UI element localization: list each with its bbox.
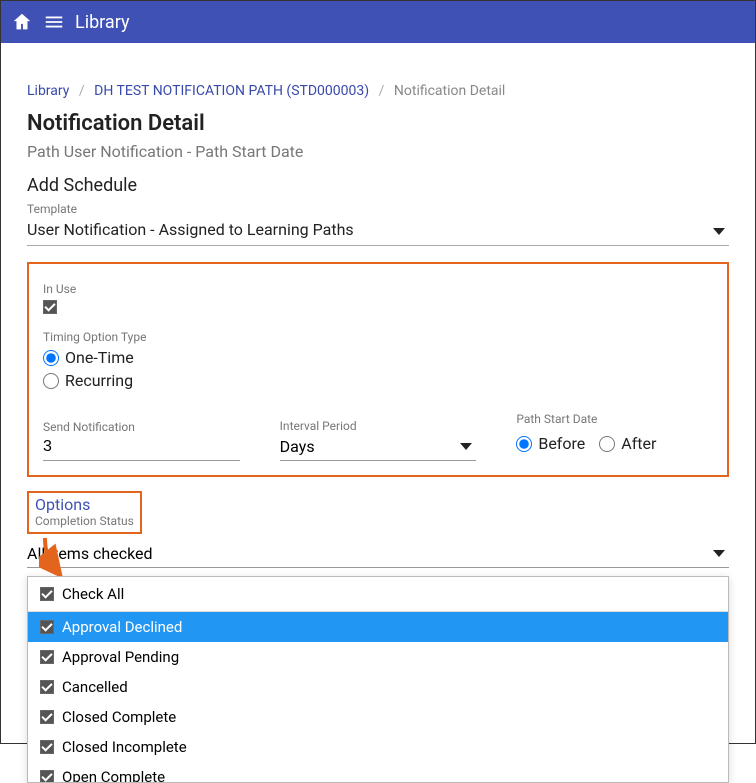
interval-period-label: Interval Period	[280, 419, 477, 433]
before-label[interactable]: Before	[538, 434, 585, 453]
page-content: Library / DH TEST NOTIFICATION PATH (STD…	[1, 43, 755, 783]
before-radio[interactable]	[516, 436, 532, 452]
app-title: Library	[75, 12, 130, 33]
completion-status-value: All items checked	[27, 544, 153, 563]
option-label: Closed Complete	[62, 708, 176, 726]
option-checkbox[interactable]	[40, 710, 54, 724]
in-use-label: In Use	[43, 282, 713, 296]
option-label: Approval Declined	[62, 618, 182, 636]
option-label: Closed Incomplete	[62, 738, 187, 756]
completion-status-option[interactable]: Cancelled	[28, 672, 728, 702]
send-notification-label: Send Notification	[43, 420, 240, 434]
after-radio[interactable]	[599, 436, 615, 452]
breadcrumb-separator: /	[73, 83, 91, 99]
timing-recurring-label[interactable]: Recurring	[65, 371, 133, 390]
completion-status-list[interactable]: Approval Declined Approval Pending Cancell…	[28, 612, 728, 782]
completion-status-option[interactable]: Approval Pending	[28, 642, 728, 672]
option-label: Cancelled	[62, 678, 128, 696]
add-schedule-heading: Add Schedule	[27, 175, 729, 196]
check-all-row[interactable]: Check All	[28, 577, 728, 612]
option-checkbox[interactable]	[40, 770, 54, 782]
chevron-down-icon	[460, 443, 472, 450]
page-subtitle: Path User Notification - Path Start Date	[27, 142, 729, 161]
send-notification-input[interactable]	[43, 434, 240, 461]
check-all-label: Check All	[62, 585, 124, 603]
path-start-date-label: Path Start Date	[516, 412, 713, 426]
chevron-down-icon	[713, 550, 725, 557]
timing-recurring-radio[interactable]	[43, 373, 59, 389]
timing-option-type-label: Timing Option Type	[43, 330, 713, 344]
completion-status-option[interactable]: Approval Declined	[28, 612, 728, 642]
completion-status-dropdown: Check All Approval Declined Approval Pend…	[27, 576, 729, 783]
breadcrumb-current: Notification Detail	[394, 83, 505, 99]
completion-status-label: Completion Status	[35, 514, 134, 528]
schedule-settings-box: In Use Timing Option Type One-Time Recur…	[27, 262, 729, 477]
completion-status-select[interactable]: All items checked	[27, 538, 729, 568]
option-checkbox[interactable]	[40, 650, 54, 664]
option-label: Open Complete	[62, 768, 165, 782]
timing-one-time-label[interactable]: One-Time	[65, 348, 134, 367]
option-checkbox[interactable]	[40, 620, 54, 634]
menu-icon[interactable]	[43, 11, 65, 33]
breadcrumb: Library / DH TEST NOTIFICATION PATH (STD…	[27, 83, 729, 99]
options-title: Options	[35, 495, 134, 514]
option-checkbox[interactable]	[40, 740, 54, 754]
check-all-checkbox[interactable]	[40, 587, 54, 601]
top-app-bar: Library	[1, 1, 755, 43]
breadcrumb-library[interactable]: Library	[27, 83, 69, 99]
breadcrumb-path-item[interactable]: DH TEST NOTIFICATION PATH (STD000003)	[94, 83, 369, 99]
breadcrumb-separator: /	[373, 83, 391, 99]
option-label: Approval Pending	[62, 648, 179, 666]
completion-status-option[interactable]: Open Complete	[28, 762, 728, 782]
template-select[interactable]: User Notification - Assigned to Learning…	[27, 216, 729, 246]
interval-period-select[interactable]: Days	[280, 433, 477, 461]
template-value: User Notification - Assigned to Learning…	[27, 220, 713, 239]
home-icon[interactable]	[11, 11, 33, 33]
page-title: Notification Detail	[27, 111, 729, 136]
interval-period-value: Days	[280, 437, 315, 456]
options-heading-box: Options Completion Status	[27, 491, 142, 534]
template-label: Template	[27, 202, 729, 216]
in-use-checkbox[interactable]	[43, 300, 57, 314]
chevron-down-icon	[713, 228, 725, 235]
option-checkbox[interactable]	[40, 680, 54, 694]
completion-status-option[interactable]: Closed Complete	[28, 702, 728, 732]
completion-status-option[interactable]: Closed Incomplete	[28, 732, 728, 762]
after-label[interactable]: After	[621, 434, 656, 453]
timing-one-time-radio[interactable]	[43, 350, 59, 366]
